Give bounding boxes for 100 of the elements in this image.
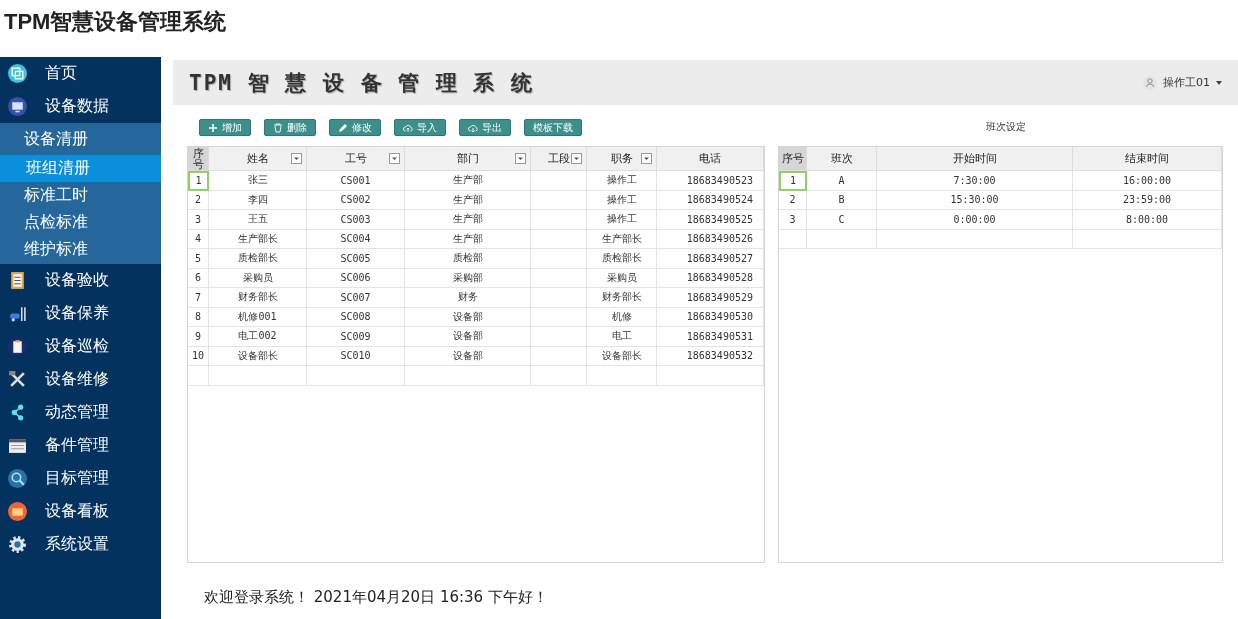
table-cell: 操作工 bbox=[587, 171, 657, 191]
table-cell: 生产部 bbox=[405, 229, 531, 249]
sidebar-item[interactable]: 首页 bbox=[0, 57, 161, 90]
empty-table-cell bbox=[779, 229, 807, 249]
submenu-item[interactable]: 点检标准 bbox=[0, 209, 161, 236]
table-cell: A bbox=[807, 171, 877, 191]
table-cell: 1 bbox=[188, 171, 209, 191]
table-cell bbox=[531, 268, 587, 288]
sidebar-item[interactable]: 设备维修 bbox=[0, 363, 161, 396]
empty-table-cell bbox=[188, 366, 209, 386]
toolbar-button[interactable]: 增加 bbox=[199, 119, 251, 136]
empty-table-cell bbox=[587, 366, 657, 386]
column-header: 部门 bbox=[405, 147, 531, 171]
sidebar-item[interactable]: 系统设置 bbox=[0, 528, 161, 561]
table-cell: 财务部长 bbox=[209, 288, 307, 308]
table-cell: 7:30:00 bbox=[877, 171, 1073, 191]
table-cell: 质检部长 bbox=[587, 249, 657, 269]
page-title: TPM智慧设备管理系统 bbox=[4, 7, 227, 36]
monitor-icon bbox=[8, 97, 27, 116]
table-cell: 设备部 bbox=[405, 327, 531, 347]
cloud-download-icon bbox=[468, 122, 478, 133]
toolbar-button[interactable]: 修改 bbox=[329, 119, 381, 136]
table-cell: 机修001 bbox=[209, 307, 307, 327]
table-cell: 设备部长 bbox=[587, 346, 657, 366]
table-cell: 3 bbox=[779, 210, 807, 230]
table-cell: SC006 bbox=[307, 268, 405, 288]
table-cell: CS001 bbox=[307, 171, 405, 191]
table-cell: 16:00:00 bbox=[1073, 171, 1222, 191]
submenu-item[interactable]: 班组清册 bbox=[0, 155, 161, 182]
table-cell: 生产部长 bbox=[587, 229, 657, 249]
sidebar-item[interactable]: 目标管理 bbox=[0, 462, 161, 495]
sidebar-item[interactable]: 设备巡检 bbox=[0, 330, 161, 363]
table-cell: 财务部长 bbox=[587, 288, 657, 308]
empty-table-cell bbox=[531, 366, 587, 386]
sidebar-item[interactable]: 设备保养 bbox=[0, 297, 161, 330]
table-cell: 5 bbox=[188, 249, 209, 269]
table-cell: 生产部长 bbox=[209, 229, 307, 249]
sidebar-item[interactable]: 动态管理 bbox=[0, 396, 161, 429]
user-menu[interactable]: 操作工01 bbox=[1163, 75, 1210, 90]
table-cell: C bbox=[807, 210, 877, 230]
toolbar-button[interactable]: 导入 bbox=[394, 119, 446, 136]
table-cell: 18683490529 bbox=[657, 288, 764, 308]
table-cell: 4 bbox=[188, 229, 209, 249]
filter-dropdown-icon[interactable] bbox=[389, 153, 400, 164]
settings-icon bbox=[8, 535, 27, 554]
toolbar-button[interactable]: 删除 bbox=[264, 119, 316, 136]
table-cell: 2 bbox=[188, 190, 209, 210]
table-cell: 7 bbox=[188, 288, 209, 308]
table-cell: 设备部长 bbox=[209, 346, 307, 366]
table-cell bbox=[531, 249, 587, 269]
table-cell: 电工002 bbox=[209, 327, 307, 347]
table-cell: 2 bbox=[779, 190, 807, 210]
table-cell: 设备部 bbox=[405, 307, 531, 327]
table-cell: SC009 bbox=[307, 327, 405, 347]
table-cell: 8 bbox=[188, 307, 209, 327]
welcome-message: 欢迎登录系统！ 2021年04月20日 16:36 下午好！ bbox=[203, 586, 549, 608]
sidebar-item[interactable]: 设备数据 bbox=[0, 90, 161, 123]
checklist-icon bbox=[8, 271, 27, 290]
table-cell: 18683490524 bbox=[657, 190, 764, 210]
toolbar-button[interactable]: 模板下载 bbox=[524, 119, 582, 136]
table-cell bbox=[531, 327, 587, 347]
table-cell: 3 bbox=[188, 210, 209, 230]
caret-icon[interactable] bbox=[1216, 80, 1222, 85]
filter-dropdown-icon[interactable] bbox=[641, 153, 652, 164]
table-cell: 生产部 bbox=[405, 210, 531, 230]
table-cell: 生产部 bbox=[405, 190, 531, 210]
table-cell: SC007 bbox=[307, 288, 405, 308]
filter-dropdown-icon[interactable] bbox=[515, 153, 526, 164]
sidebar-item[interactable]: 设备验收 bbox=[0, 264, 161, 297]
submenu-item[interactable]: 维护标准 bbox=[0, 236, 161, 263]
submenu-item[interactable]: 设备清册 bbox=[0, 124, 161, 155]
table-cell: 8:00:00 bbox=[1073, 210, 1222, 230]
toolbar-button[interactable]: 导出 bbox=[459, 119, 511, 136]
calendar-icon bbox=[8, 436, 27, 455]
table-cell: 机修 bbox=[587, 307, 657, 327]
table-cell: 18683490530 bbox=[657, 307, 764, 327]
submenu-item[interactable]: 标准工时 bbox=[0, 182, 161, 209]
table-cell bbox=[531, 210, 587, 230]
table-cell: 18683490523 bbox=[657, 171, 764, 191]
table-cell: 10 bbox=[188, 346, 209, 366]
table-cell bbox=[531, 171, 587, 191]
table-cell: 18683490531 bbox=[657, 327, 764, 347]
table-cell: SC010 bbox=[307, 346, 405, 366]
filter-dropdown-icon[interactable] bbox=[291, 153, 302, 164]
column-header: 工段 bbox=[531, 147, 587, 171]
column-header: 结束时间 bbox=[1073, 147, 1222, 171]
table-cell: 张三 bbox=[209, 171, 307, 191]
table-cell: 质检部 bbox=[405, 249, 531, 269]
column-header: 班次 bbox=[807, 147, 877, 171]
table-cell: CS003 bbox=[307, 210, 405, 230]
table-cell bbox=[531, 229, 587, 249]
table-cell: 采购员 bbox=[587, 268, 657, 288]
plus-icon bbox=[208, 122, 218, 133]
table-cell: 15:30:00 bbox=[877, 190, 1073, 210]
column-header: 姓名 bbox=[209, 147, 307, 171]
filter-dropdown-icon[interactable] bbox=[571, 153, 582, 164]
sidebar-item[interactable]: 备件管理 bbox=[0, 429, 161, 462]
header-title: TPM 智 慧 设 备 管 理 系 统 bbox=[189, 69, 535, 97]
table-cell: 设备部 bbox=[405, 346, 531, 366]
sidebar-item[interactable]: 设备看板 bbox=[0, 495, 161, 528]
